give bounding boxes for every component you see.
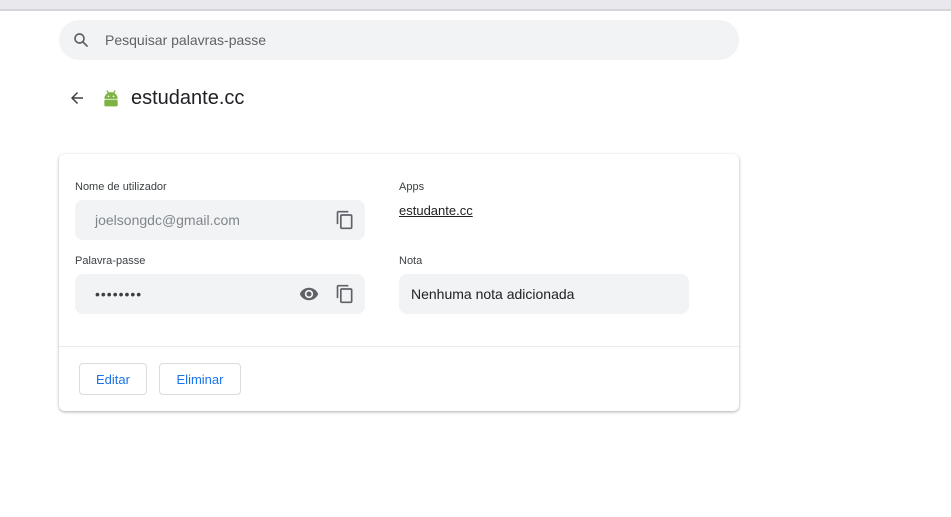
browser-top-border bbox=[0, 9, 951, 11]
search-bar[interactable]: Pesquisar palavras-passe bbox=[59, 20, 739, 60]
note-value: Nenhuma nota adicionada bbox=[411, 286, 575, 302]
delete-button[interactable]: Eliminar bbox=[159, 363, 241, 395]
username-label: Nome de utilizador bbox=[75, 181, 167, 193]
search-icon bbox=[71, 30, 91, 50]
password-field[interactable]: •••••••• bbox=[75, 274, 365, 314]
copy-password-icon[interactable] bbox=[333, 282, 357, 306]
password-value: •••••••• bbox=[95, 286, 143, 302]
arrow-back-icon[interactable] bbox=[66, 87, 88, 109]
page-title: estudante.cc bbox=[131, 86, 245, 109]
search-placeholder[interactable]: Pesquisar palavras-passe bbox=[105, 32, 266, 48]
note-field: Nenhuma nota adicionada bbox=[399, 274, 689, 314]
page-header: estudante.cc bbox=[66, 84, 244, 112]
edit-button[interactable]: Editar bbox=[79, 363, 147, 395]
password-label: Palavra-passe bbox=[75, 255, 146, 267]
note-label: Nota bbox=[399, 255, 423, 267]
username-value: joelsongdc@gmail.com bbox=[95, 212, 240, 228]
apps-label: Apps bbox=[399, 181, 425, 193]
android-icon bbox=[101, 88, 121, 108]
card-divider bbox=[59, 346, 739, 347]
password-details-card: Nome de utilizador joelsongdc@gmail.com … bbox=[59, 154, 739, 411]
username-field[interactable]: joelsongdc@gmail.com bbox=[75, 200, 365, 240]
app-link[interactable]: estudante.cc bbox=[399, 203, 473, 218]
copy-username-icon[interactable] bbox=[333, 208, 357, 232]
eye-icon[interactable] bbox=[297, 282, 321, 306]
browser-top-strip bbox=[0, 0, 951, 9]
